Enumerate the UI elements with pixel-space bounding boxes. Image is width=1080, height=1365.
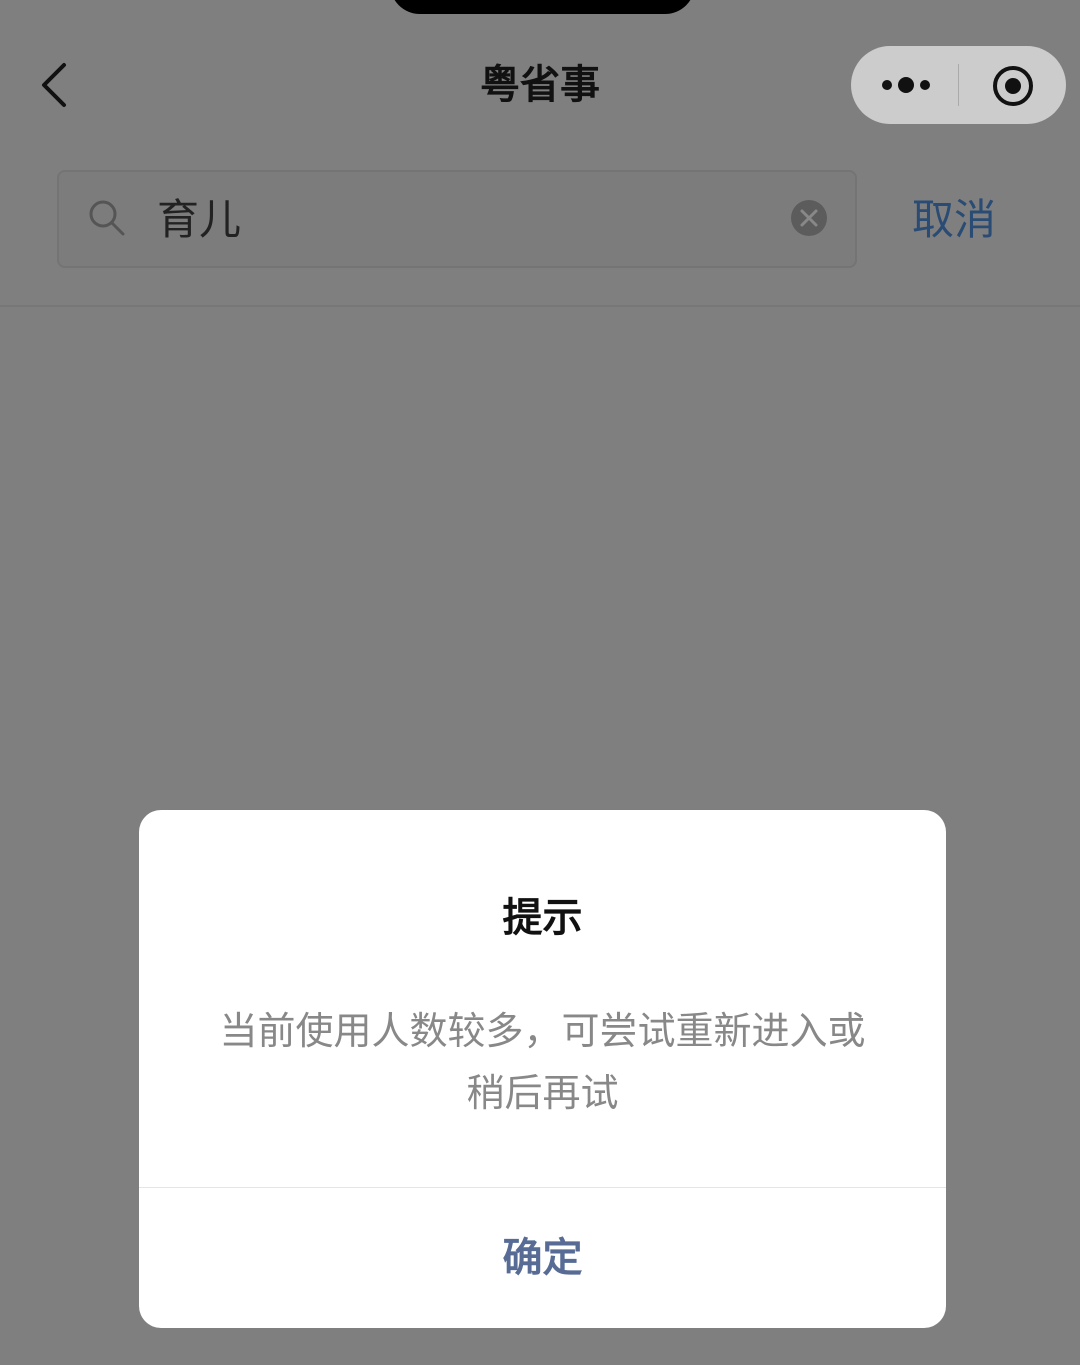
page-title: 粤省事 [480, 62, 600, 108]
clear-button[interactable] [790, 199, 828, 237]
more-dots-icon [882, 77, 930, 93]
clear-icon [791, 200, 827, 236]
header-divider [0, 305, 1080, 307]
confirm-button[interactable]: 确定 [139, 1188, 946, 1328]
dialog-title: 提示 [502, 895, 583, 941]
nav-bar: 粤省事 [0, 40, 1080, 130]
more-button[interactable] [879, 65, 935, 105]
search-icon [89, 200, 125, 236]
search-input[interactable]: 育儿 [157, 192, 241, 248]
search-field[interactable]: 育儿 [57, 170, 857, 268]
dialog-message: 当前使用人数较多，可尝试重新进入或稍后再试 [219, 1009, 866, 1115]
cancel-button[interactable]: 取消 [912, 192, 996, 248]
target-circle-icon [993, 66, 1033, 106]
capsule-divider [958, 64, 959, 106]
device-notch [390, 0, 695, 14]
alert-dialog: 提示 当前使用人数较多，可尝试重新进入或稍后再试 确定 [139, 810, 946, 1328]
back-button[interactable] [30, 60, 80, 110]
miniprogram-capsule [851, 46, 1066, 124]
close-miniprogram-button[interactable] [991, 64, 1035, 108]
chevron-left-icon [42, 63, 66, 107]
